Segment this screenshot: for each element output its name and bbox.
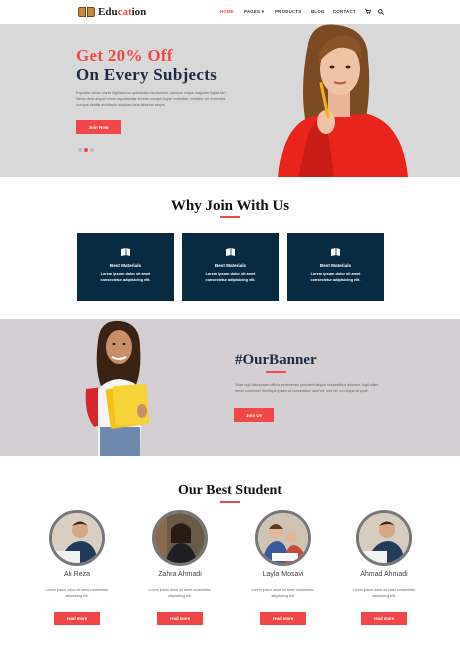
slider-dots — [78, 148, 94, 152]
search-icon[interactable] — [378, 9, 384, 15]
student-name: Layla Mosavi — [262, 571, 304, 578]
feature-card-desc: Lorem ipsum dolor sit amet consectetur a… — [100, 272, 151, 282]
student-avatar — [152, 510, 208, 566]
student-name: Ali Reza — [63, 571, 91, 578]
feature-card-desc: Lorem ipsum dolor sit amet consectetur a… — [205, 272, 256, 282]
student-avatar — [49, 510, 105, 566]
student-avatar — [255, 510, 311, 566]
student-avatar — [356, 510, 412, 566]
slider-dot[interactable] — [78, 148, 82, 152]
feature-card-title: Best Materials — [109, 263, 142, 268]
hero-title-line2: On Every Subjects — [76, 65, 218, 84]
why-join-title: Why Join With Us — [170, 198, 290, 214]
join-us-button[interactable]: Join Us — [234, 408, 274, 422]
feature-card-title: Best Materials — [319, 263, 352, 268]
read-more-button[interactable]: read more — [54, 612, 100, 625]
feature-card: Best Materials Lorem ipsum dolor sit ame… — [77, 233, 174, 301]
feature-card-title: Best Materials — [214, 263, 247, 268]
logo[interactable]: Education — [78, 5, 146, 19]
read-more-button[interactable]: read more — [361, 612, 407, 625]
student-name: Zahra Ahmadi — [158, 571, 202, 578]
book-logo-icon — [78, 6, 96, 18]
title-underline — [220, 501, 240, 503]
hero-slider: Get 20% Off On Every Subjects Expedita m… — [0, 24, 460, 177]
slider-dot-active[interactable] — [84, 148, 88, 152]
banner-title: #OurBanner — [235, 352, 317, 368]
title-underline — [266, 371, 286, 373]
read-more-button[interactable]: read more — [260, 612, 306, 625]
book-icon — [226, 248, 235, 256]
book-icon — [331, 248, 340, 256]
feature-card-desc: Lorem ipsum dolor sit amet consectetur a… — [310, 272, 361, 282]
student-girl-image — [85, 320, 150, 456]
student-desc: Lorem ipsum dolor sit amet consectetur a… — [352, 588, 416, 598]
students-title: Our Best Student — [178, 483, 282, 498]
menu-contact[interactable]: CONTACT — [333, 9, 363, 14]
join-now-button[interactable]: Join Now — [76, 120, 121, 134]
menu-products[interactable]: PRODUCTS — [275, 9, 305, 14]
book-icon — [121, 248, 130, 256]
slider-dot[interactable] — [90, 148, 94, 152]
student-name: Ahmad Ahmadi — [360, 571, 408, 578]
student-desc: Lorem ipsum dolor sit amet consectetur a… — [45, 588, 109, 598]
banner-section: #OurBanner Vitae fugit laboriosam offici… — [0, 319, 460, 456]
title-underline — [220, 216, 240, 218]
read-more-button[interactable]: read more — [157, 612, 203, 625]
student-desc: Lorem ipsum dolor sit amet consectetur a… — [251, 588, 315, 598]
student-desc: Lorem ipsum dolor sit amet consectetur a… — [148, 588, 212, 598]
logo-text: Education — [98, 6, 147, 18]
menu-blog[interactable]: BLOG — [311, 9, 331, 14]
cart-icon[interactable] — [365, 9, 371, 14]
banner-description: Vitae fugit laboriosam officia perferend… — [235, 383, 379, 393]
menu-pages[interactable]: PAGES ▾ — [244, 9, 274, 15]
hero-woman-image — [278, 24, 408, 177]
feature-card: Best Materials Lorem ipsum dolor sit ame… — [182, 233, 279, 301]
hero-title-line1: Get 20% Off — [76, 46, 173, 65]
hero-description: Expedita minus omnis dignissimos quibusd… — [76, 91, 227, 107]
feature-card: Best Materials Lorem ipsum dolor sit ame… — [287, 233, 384, 301]
navbar: Education HOME PAGES ▾ PRODUCTS BLOG CON… — [0, 0, 460, 24]
menu-home[interactable]: HOME — [220, 9, 234, 14]
